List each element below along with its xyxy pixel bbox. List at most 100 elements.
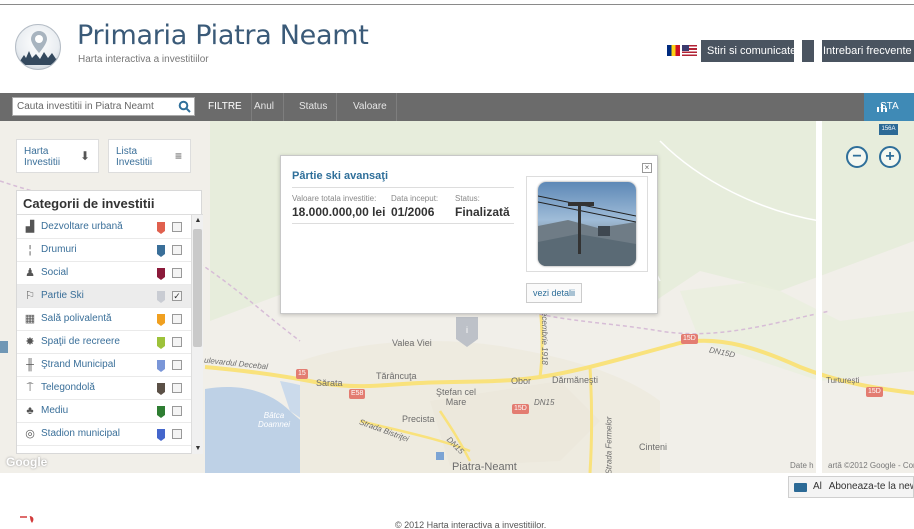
category-marker-icon — [157, 267, 165, 280]
field-label-value: Valoare totala investitie: — [292, 194, 377, 203]
category-marker-icon — [157, 359, 165, 372]
bar-chart-icon — [877, 104, 887, 112]
category-row[interactable]: ⍑ Telegondolă — [17, 377, 191, 400]
category-label: Stadion municipal — [41, 428, 120, 439]
category-label: Partie Ski — [41, 290, 84, 301]
category-row[interactable]: ¦ Drumuri — [17, 239, 191, 262]
envelope-icon — [794, 483, 807, 492]
category-scrollbar[interactable]: ▲ ▼ — [191, 215, 203, 454]
category-checkbox[interactable] — [172, 314, 182, 324]
category-marker-icon — [157, 428, 165, 441]
filter-status[interactable]: Status — [290, 93, 338, 121]
news-button[interactable]: Stiri si comunicate — [701, 40, 794, 62]
filter-value[interactable]: Valoare — [344, 93, 397, 121]
category-row[interactable]: ▦ Sală polivalentă — [17, 308, 191, 331]
tab-map-view[interactable]: Harta Investitii ⬇ — [16, 139, 99, 173]
romanian-flag-icon[interactable] — [667, 45, 680, 56]
popup-divider — [292, 187, 514, 188]
highway-tag: 156A — [879, 124, 898, 135]
category-checkbox[interactable]: ✓ — [172, 291, 182, 301]
zoom-in-button[interactable]: + — [879, 146, 901, 168]
field-value-total: 18.000.000,00 lei — [292, 205, 386, 219]
scroll-thumb[interactable] — [193, 229, 202, 347]
copyright-text: © 2012 Harta interactiva a investitiilor… — [395, 520, 547, 529]
panel-divider — [17, 214, 203, 215]
skier-icon: ⚐ — [25, 290, 35, 302]
category-checkbox[interactable] — [172, 268, 182, 278]
category-label: Dezvoltare urbană — [41, 221, 123, 232]
city-logo[interactable] — [15, 24, 61, 70]
scroll-up-icon[interactable]: ▲ — [194, 217, 202, 224]
arena-icon: ▦ — [24, 313, 36, 325]
field-label-status: Status: — [455, 194, 480, 203]
stadium-icon: ◎ — [25, 428, 35, 440]
category-row[interactable]: ⚐ Partie Ski ✓ — [17, 285, 191, 308]
category-marker-icon — [157, 244, 165, 257]
view-details-button[interactable]: vezi detalii — [526, 283, 583, 303]
person-icon: ♟ — [25, 267, 35, 279]
field-value-status: Finalizată — [455, 205, 510, 219]
category-checkbox[interactable] — [172, 245, 182, 255]
category-checkbox[interactable] — [172, 406, 182, 416]
category-row[interactable]: ✸ Spaţii de recreere — [17, 331, 191, 354]
category-label: Spaţii de recreere — [41, 336, 120, 347]
faq-button-fragment[interactable] — [802, 40, 814, 62]
category-label: Ştrand Municipal — [41, 359, 116, 370]
category-marker-icon — [157, 382, 165, 395]
filters-label: FILTRE — [199, 93, 252, 121]
close-icon[interactable]: × — [642, 163, 652, 173]
top-divider — [0, 4, 914, 5]
layout-divider — [816, 5, 822, 475]
field-label-start: Data inceput: — [391, 194, 439, 203]
categories-title: Categorii de investitii — [23, 196, 155, 211]
list-icon: ≡ — [174, 149, 182, 163]
popup-divider — [292, 223, 514, 224]
newsletter-button[interactable]: Al Aboneaza-te la newslett — [788, 476, 914, 498]
category-row[interactable]: ♣ Mediu — [17, 400, 191, 423]
search-placeholder: Cauta investitii in Piatra Neamt — [17, 101, 154, 112]
site-title[interactable]: Primaria Piatra Neamt — [77, 20, 369, 51]
tab-list-view[interactable]: Lista Investitii ≡ — [108, 139, 191, 173]
scroll-down-icon[interactable]: ▼ — [194, 445, 202, 452]
category-label: Social — [41, 267, 69, 278]
category-label: Sală polivalentă — [41, 313, 112, 324]
category-checkbox[interactable] — [172, 429, 182, 439]
category-label: Drumuri — [41, 244, 77, 255]
category-label: Mediu — [41, 405, 69, 416]
field-value-start: 01/2006 — [391, 205, 435, 219]
ski-lift-image — [538, 182, 636, 266]
category-row[interactable]: ♟ Social — [17, 262, 191, 285]
newsletter-label: Aboneaza-te la newslett — [828, 481, 913, 492]
faq-button[interactable]: Intrebari frecvente — [822, 40, 914, 62]
category-marker-icon — [157, 313, 165, 326]
tab-list-label: Lista Investitii — [116, 146, 153, 168]
category-checkbox[interactable] — [172, 222, 182, 232]
category-checkbox[interactable] — [172, 337, 182, 347]
category-checkbox[interactable] — [172, 360, 182, 370]
zoom-out-button[interactable]: − — [846, 146, 868, 168]
stats-button[interactable]: STA — [864, 93, 914, 121]
site-subtitle: Harta interactiva a investitiilor — [78, 54, 209, 65]
investment-photo[interactable] — [526, 176, 648, 272]
map-pin-icon: ⬇ — [79, 149, 90, 163]
english-flag-icon[interactable] — [682, 45, 697, 56]
category-marker-icon — [157, 221, 165, 234]
search-input[interactable]: Cauta investitii in Piatra Neamt — [12, 97, 195, 116]
category-marker-icon — [157, 405, 165, 418]
category-marker-icon — [157, 290, 165, 303]
category-row[interactable]: ◎ Stadion municipal — [17, 423, 191, 446]
sun-icon: ✸ — [25, 336, 35, 348]
investment-popup: × Pârtie ski avansaţi Valoare totala inv… — [280, 155, 658, 314]
chart-icon: ▟ — [25, 221, 35, 233]
footer-logo-icon — [20, 516, 34, 523]
category-checkbox[interactable] — [172, 383, 182, 393]
category-row[interactable]: ╫ Ştrand Municipal — [17, 354, 191, 377]
categories-panel: Categorii de investitii ▟ Dezvoltare urba… — [16, 190, 203, 454]
filter-year[interactable]: Anul — [245, 93, 285, 121]
search-icon[interactable] — [178, 100, 191, 113]
category-marker-icon — [157, 336, 165, 349]
category-label: Telegondolă — [41, 382, 95, 393]
category-row[interactable]: ▟ Dezvoltare urbană — [17, 216, 191, 239]
tree-icon: ♣ — [26, 405, 34, 417]
app-root: Primaria Piatra Neamt Harta interactiva … — [0, 0, 914, 529]
